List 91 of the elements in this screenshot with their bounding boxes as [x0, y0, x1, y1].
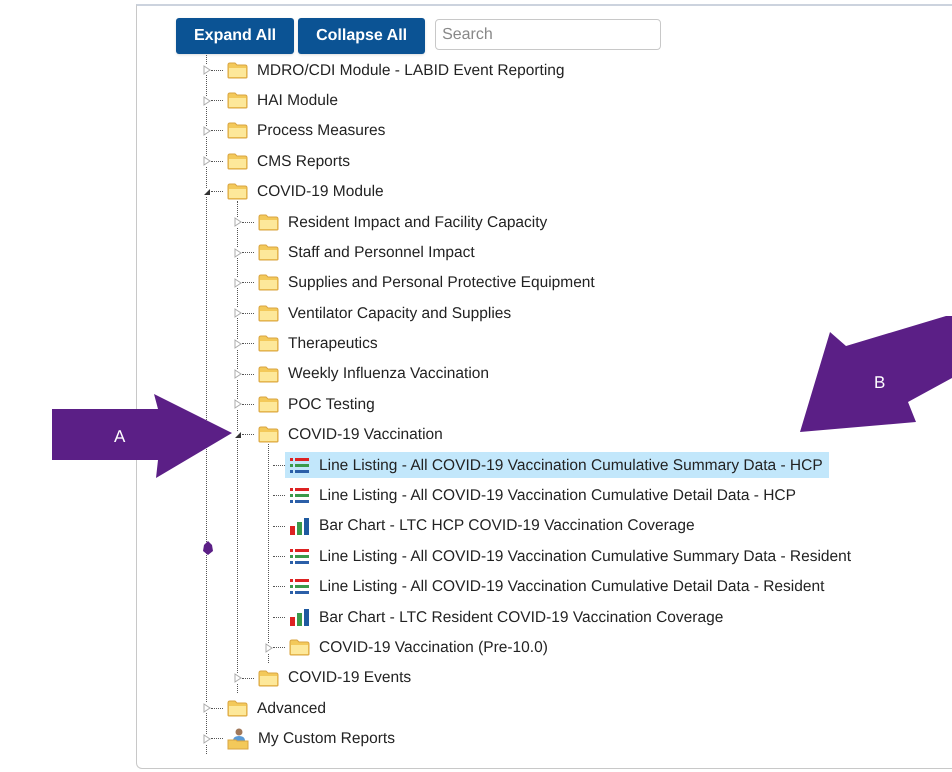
tree-item-label: Line Listing - All COVID-19 Vaccination Cumulative Detail Data - Resident: [319, 577, 824, 598]
folder-icon: [258, 670, 279, 686]
tree-item-label: Line Listing - All COVID-19 Vaccination Cumulative Summary Data - Resident: [319, 546, 852, 567]
tree-item-label: COVID-19 Module: [257, 182, 384, 202]
folder-icon: [258, 335, 279, 352]
tree-item[interactable]: Therapeutics: [254, 330, 384, 357]
collapsed-triangle-icon[interactable]: [203, 156, 211, 166]
collapsed-triangle-icon[interactable]: [234, 217, 242, 228]
tree-item[interactable]: COVID-19 Vaccination (Pre-10.0): [285, 634, 554, 661]
tree-item[interactable]: Resident Impact and Facility Capacity: [254, 209, 554, 236]
tree-item-label: Line Listing - All COVID-19 Vaccination Cumulative Detail Data - HCP: [319, 486, 796, 506]
folder-icon: [289, 639, 310, 656]
tree-item[interactable]: Advanced: [223, 695, 332, 722]
list-icon: [289, 548, 310, 565]
callout-label: A: [114, 426, 126, 448]
tree-item-label: Therapeutics: [288, 334, 378, 354]
tree-item-label: COVID-19 Vaccination (Pre-10.0): [319, 638, 548, 658]
collapsed-triangle-icon[interactable]: [203, 96, 211, 106]
tree-item[interactable]: POC Testing: [254, 391, 381, 418]
list-icon: [289, 578, 310, 596]
expand-all-button[interactable]: Expand All: [176, 18, 294, 54]
tree-item-label: CMS Reports: [257, 152, 350, 172]
folder-icon: [227, 152, 248, 170]
folder-icon: [258, 396, 279, 413]
tree-item[interactable]: Bar Chart - LTC Resident COVID-19 Vaccination Coverage: [285, 604, 730, 630]
collapsed-triangle-icon[interactable]: [234, 248, 242, 258]
collapsed-triangle-icon[interactable]: [234, 308, 242, 318]
bar-chart-icon: [289, 518, 310, 535]
folder-icon: [227, 700, 248, 717]
tree-item[interactable]: HAI Module: [223, 88, 344, 114]
tree-item-label: Advanced: [257, 698, 326, 719]
bar-chart-icon: [289, 608, 310, 626]
collapsed-triangle-icon[interactable]: [203, 65, 211, 76]
tree-item[interactable]: COVID-19 Vaccination: [254, 422, 449, 448]
tree-item-label: COVID-19 Events: [288, 668, 412, 688]
tree-item-label: Process Measures: [257, 121, 386, 142]
tree-item[interactable]: MDRO/CDI Module - LABID Event Reporting: [223, 57, 571, 84]
tree-item[interactable]: Line Listing - All COVID-19 Vaccination Cumulative Summary Data - Resident: [285, 543, 858, 570]
tree-item-label: Bar Chart - LTC Resident COVID-19 Vaccination Coverage: [319, 608, 724, 628]
tree-item[interactable]: Line Listing - All COVID-19 Vaccination Cumulative Summary Data - HCP: [285, 452, 829, 478]
tree-item[interactable]: My Custom Reports: [223, 726, 401, 752]
person-folder-icon: [227, 728, 249, 750]
callout-label: B: [874, 372, 886, 394]
tree-item-label: MDRO/CDI Module - LABID Event Reporting: [257, 60, 565, 81]
list-icon: [289, 487, 310, 504]
tree-item-label: My Custom Reports: [258, 729, 395, 750]
tree-item[interactable]: Line Listing - All COVID-19 Vaccination Cumulative Detail Data - HCP: [285, 482, 802, 509]
tree-item-label: Ventilator Capacity and Supplies: [288, 304, 512, 324]
tree-item-label: POC Testing: [288, 394, 375, 415]
list-icon: [289, 456, 310, 474]
tree-item-label: COVID-19 Vaccination: [288, 425, 443, 446]
collapse-all-button[interactable]: Collapse All: [298, 18, 426, 54]
tree-item[interactable]: Process Measures: [223, 118, 392, 144]
tree-item[interactable]: Weekly Influenza Vaccination: [254, 361, 496, 388]
collapsed-triangle-icon[interactable]: [234, 369, 242, 380]
folder-icon: [227, 62, 248, 79]
folder-icon: [258, 426, 279, 444]
folder-icon: [258, 304, 279, 322]
tree-item[interactable]: Supplies and Personal Protective Equipment: [254, 270, 601, 296]
tree-item-label: Staff and Personnel Impact: [288, 242, 475, 263]
collapsed-triangle-icon[interactable]: [234, 338, 242, 349]
folder-icon: [227, 183, 248, 200]
tree-item[interactable]: Line Listing - All COVID-19 Vaccination Cumulative Detail Data - Resident: [285, 574, 830, 600]
collapsed-triangle-icon[interactable]: [234, 278, 242, 288]
tree-item-label: Resident Impact and Facility Capacity: [288, 212, 548, 233]
tree-item-label: HAI Module: [257, 90, 338, 111]
folder-icon: [258, 366, 279, 383]
tree-item-label: Weekly Influenza Vaccination: [288, 364, 490, 384]
folder-icon: [227, 92, 248, 110]
folder-icon: [258, 214, 279, 231]
folder-icon: [258, 274, 279, 292]
tree-item-label: Supplies and Personal Protective Equipment: [288, 273, 595, 294]
search-field[interactable]: Search: [435, 19, 662, 50]
expanded-triangle-icon[interactable]: [203, 188, 211, 196]
collapsed-triangle-icon[interactable]: [234, 673, 242, 683]
tree-item-label: Line Listing - All COVID-19 Vaccination Cumulative Summary Data - HCP: [319, 456, 823, 476]
expanded-triangle-icon[interactable]: [234, 430, 242, 439]
folder-icon: [258, 244, 279, 262]
tree-item[interactable]: CMS Reports: [223, 148, 356, 174]
folder-icon: [227, 122, 248, 140]
tree-item[interactable]: Bar Chart - LTC HCP COVID-19 Vaccination Coverage: [285, 513, 701, 540]
collapsed-triangle-icon[interactable]: [234, 399, 242, 410]
collapsed-triangle-icon[interactable]: [265, 642, 273, 653]
tree-item[interactable]: COVID-19 Events: [254, 665, 418, 691]
collapsed-triangle-icon[interactable]: [203, 703, 211, 714]
collapsed-triangle-icon[interactable]: [203, 734, 211, 744]
tree-item[interactable]: Ventilator Capacity and Supplies: [254, 300, 518, 326]
tree-item-label: Bar Chart - LTC HCP COVID-19 Vaccination Coverage: [319, 516, 695, 536]
tree-item[interactable]: Staff and Personnel Impact: [254, 240, 481, 266]
collapsed-triangle-icon[interactable]: [203, 126, 211, 136]
tree-item[interactable]: COVID-19 Module: [223, 178, 390, 205]
